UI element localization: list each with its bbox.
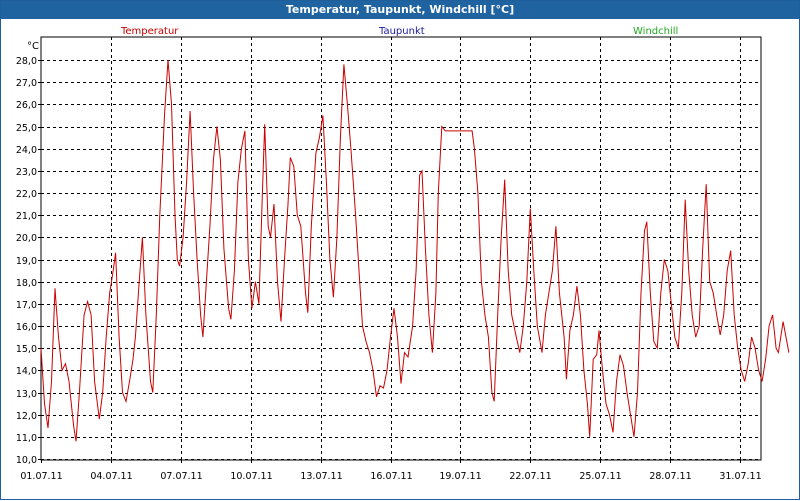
x-tick-label: 04.07.11 bbox=[90, 471, 132, 482]
y-tick-label: 19,0 bbox=[16, 256, 37, 267]
y-tick-label: 15,0 bbox=[16, 344, 37, 355]
y-tick-label: 22,0 bbox=[16, 189, 37, 200]
x-tick-label: 25.07.11 bbox=[579, 471, 621, 482]
x-tick-label: 01.07.11 bbox=[20, 471, 62, 482]
x-tick-label: 07.07.11 bbox=[160, 471, 202, 482]
y-tick-label: 21,0 bbox=[16, 211, 37, 222]
y-tick-label: 23,0 bbox=[16, 167, 37, 178]
plot-area bbox=[40, 36, 762, 461]
y-tick-label: 25,0 bbox=[16, 123, 37, 134]
y-tick-label: 13,0 bbox=[16, 389, 37, 400]
y-tick-label: 18,0 bbox=[16, 278, 37, 289]
y-tick-label: 27,0 bbox=[16, 78, 37, 89]
temperature-chart: 10,0 11,0 12,0 13,0 14,0 15,0 16,0 17,0 18,0 19,0… bbox=[16, 36, 790, 482]
y-tick-label: 20,0 bbox=[16, 233, 37, 244]
y-axis-unit: °C bbox=[27, 41, 39, 52]
x-tick-label: 13.07.11 bbox=[300, 471, 342, 482]
chart-window: Temperatur, Taupunkt, Windchill [°C] Tem… bbox=[0, 0, 800, 500]
y-tick-label: 12,0 bbox=[16, 411, 37, 422]
y-tick-label: 26,0 bbox=[16, 100, 37, 111]
x-tick-label: 10.07.11 bbox=[230, 471, 272, 482]
x-tick-label: 22.07.11 bbox=[509, 471, 551, 482]
y-tick-label: 17,0 bbox=[16, 300, 37, 311]
x-tick-label: 28.07.11 bbox=[649, 471, 691, 482]
x-tick-label: 31.07.11 bbox=[719, 471, 761, 482]
y-tick-label: 14,0 bbox=[16, 366, 37, 377]
y-tick-label: 28,0 bbox=[16, 56, 37, 67]
y-tick-label: 11,0 bbox=[16, 433, 37, 444]
y-tick-label: 16,0 bbox=[16, 322, 37, 333]
x-tick-label: 16.07.11 bbox=[370, 471, 412, 482]
y-tick-label: 10,0 bbox=[16, 455, 37, 466]
y-tick-label: 24,0 bbox=[16, 145, 37, 156]
x-tick-label: 19.07.11 bbox=[439, 471, 481, 482]
